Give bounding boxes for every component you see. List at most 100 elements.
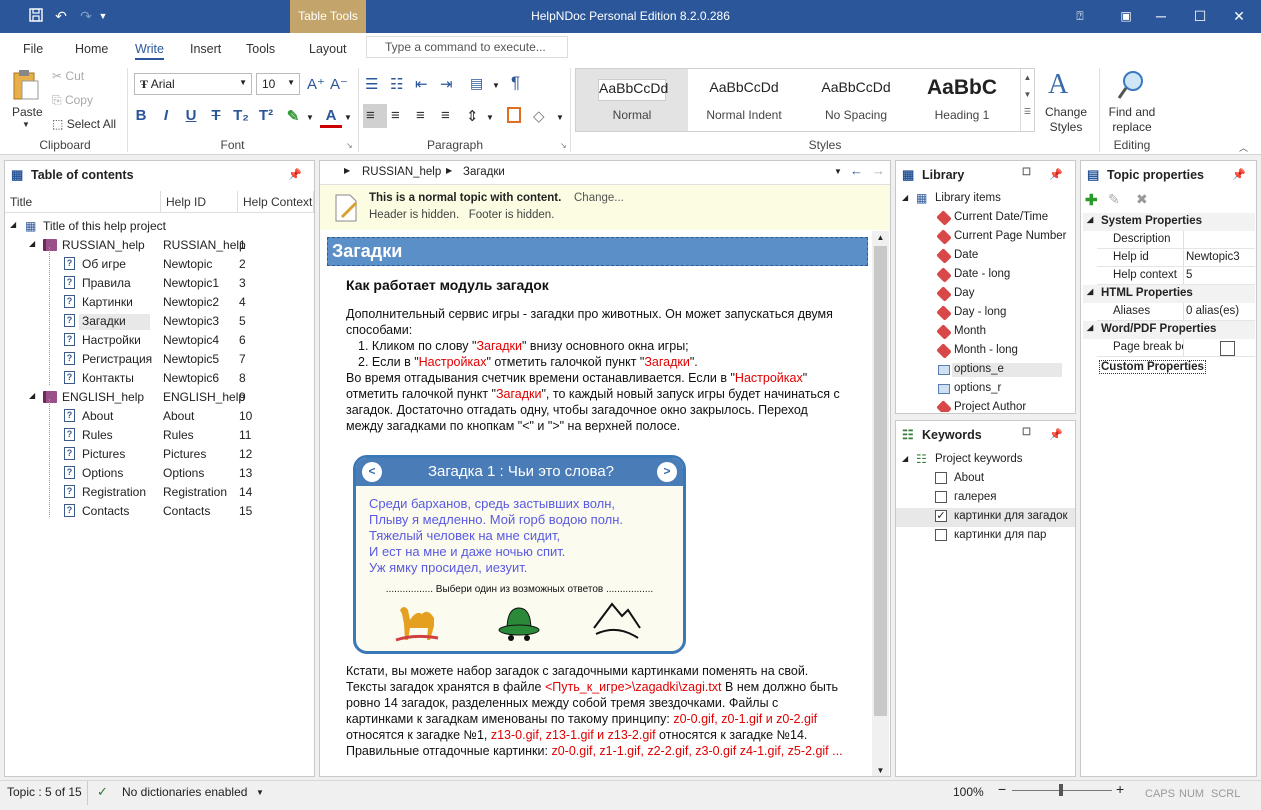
pin-icon[interactable]: 📌 [288, 168, 302, 181]
keyword-checkbox[interactable] [935, 472, 947, 484]
collapse-icon[interactable]: ◢ [29, 239, 35, 248]
align-center-icon[interactable]: ≡ [391, 107, 400, 124]
library-item[interactable]: options_e [896, 361, 1071, 380]
library-item[interactable]: Project Author [896, 399, 1071, 412]
pin-icon[interactable]: 📌 [1049, 428, 1063, 441]
toc-row[interactable]: ? Pictures Pictures 12 [5, 445, 314, 464]
collapse-icon[interactable]: ◢ [10, 220, 16, 229]
breadcrumb-topic[interactable]: Загадки [463, 166, 505, 178]
paragraph-3[interactable]: Кстати, вы можете набор загадок с загадо… [346, 663, 846, 759]
float-icon[interactable]: ☐ [1022, 167, 1031, 178]
menu-home[interactable]: Home [75, 42, 108, 56]
shading-icon[interactable]: ◇ [533, 107, 545, 125]
style-no-spacing[interactable]: AaBbCcDd No Spacing [800, 69, 912, 131]
word-pdf-properties-section[interactable]: ◢ Word/PDF Properties [1083, 321, 1255, 339]
font-family-combo[interactable]: Ŧ Arial ▼ [134, 73, 252, 95]
toc-col-context[interactable]: Help Context [238, 191, 314, 213]
style-heading-1[interactable]: AaBbC Heading 1 [912, 69, 1012, 131]
paste-icon[interactable] [12, 69, 40, 101]
strikethrough-icon[interactable]: T [205, 107, 227, 124]
delete-property-icon[interactable]: ✖ [1136, 191, 1148, 208]
help-icon[interactable]: ⍰ [1057, 0, 1103, 33]
numbered-list-icon[interactable]: ☷ [390, 75, 403, 93]
toc-row[interactable]: ? Об игре Newtopic 2 [5, 255, 314, 274]
toc-row[interactable]: ? Загадки Newtopic3 5 [5, 312, 314, 331]
dialog-launcher-icon[interactable]: ↘ [346, 141, 353, 150]
italic-icon[interactable]: I [155, 107, 177, 124]
toc-row[interactable]: ? Настройки Newtopic4 6 [5, 331, 314, 350]
keyword-item[interactable]: галерея [896, 489, 1075, 508]
chevron-down-icon[interactable]: ▼ [872, 766, 889, 775]
toc-row[interactable]: ? Картинки Newtopic2 4 [5, 293, 314, 312]
library-item[interactable]: Current Page Number [896, 228, 1071, 247]
search-icon[interactable] [1116, 69, 1146, 104]
zoom-in-icon[interactable]: + [1116, 781, 1124, 797]
underline-icon[interactable]: U [180, 107, 202, 124]
change-styles-icon[interactable]: A [1048, 69, 1068, 101]
toc-row[interactable]: ? Регистрация Newtopic5 7 [5, 350, 314, 369]
more-icon[interactable]: ☰ [1021, 107, 1034, 116]
style-normal-indent[interactable]: AaBbCcDd Normal Indent [688, 69, 800, 131]
topic-heading[interactable]: Загадки [327, 237, 868, 266]
chevron-up-icon[interactable]: ▲ [872, 233, 889, 242]
chevron-down-icon[interactable]: ▼ [1021, 90, 1034, 99]
library-item[interactable]: Month [896, 323, 1071, 342]
bullet-list-icon[interactable]: ☰ [365, 75, 378, 93]
pilcrow-icon[interactable]: ¶ [511, 73, 520, 93]
keyword-item[interactable]: About [896, 470, 1075, 489]
library-item[interactable]: options_r [896, 380, 1071, 399]
keyword-item[interactable]: ✓ картинки для загадок [896, 508, 1075, 527]
toc-row[interactable]: ◢ RUSSIAN_help RUSSIAN_help 1 [5, 236, 314, 255]
menu-write[interactable]: Write [135, 42, 164, 60]
chevron-down-icon[interactable]: ▼ [556, 113, 564, 122]
library-item[interactable]: Current Date/Time [896, 209, 1071, 228]
select-all-button[interactable]: ⬚ Select All [52, 117, 116, 131]
collapse-ribbon-icon[interactable]: ︿ [1239, 141, 1248, 154]
keyword-checkbox[interactable]: ✓ [935, 510, 947, 522]
spellcheck-icon[interactable]: ✓ [97, 784, 108, 800]
menu-layout[interactable]: Layout [309, 42, 347, 56]
collapse-icon[interactable]: ◢ [902, 454, 908, 463]
dialog-launcher-icon[interactable]: ↘ [560, 141, 567, 150]
change-topic-link[interactable]: Change... [574, 192, 624, 204]
back-arrow-icon[interactable]: ← [850, 163, 863, 178]
keywords-root[interactable]: ◢ ☷ Project keywords [896, 451, 1075, 470]
toc-row[interactable]: ◢ ENGLISH_help ENGLISH_help 9 [5, 388, 314, 407]
add-property-icon[interactable]: ✚ [1085, 191, 1098, 209]
collapse-icon[interactable]: ◢ [902, 193, 908, 202]
align-right-icon[interactable]: ≡ [416, 107, 425, 124]
library-item[interactable]: Month - long [896, 342, 1071, 361]
chevron-down-icon[interactable]: ▼ [256, 788, 264, 797]
collapse-icon[interactable]: ◢ [29, 391, 35, 400]
decrease-indent-icon[interactable]: ⇤ [415, 75, 428, 93]
chevron-up-icon[interactable]: ▲ [1021, 73, 1034, 82]
editor-body[interactable]: Дополнительный сервис игры - загадки про… [346, 306, 846, 434]
keyword-checkbox[interactable] [935, 529, 947, 541]
toc-root[interactable]: ◢ ▦ Title of this help project [5, 217, 314, 236]
paste-button[interactable]: Paste [12, 105, 43, 119]
edit-property-icon[interactable]: ✎ [1108, 191, 1120, 208]
style-normal[interactable]: AaBbCcDd Normal [576, 69, 688, 131]
find-replace-button[interactable]: Find and replace [1105, 105, 1159, 135]
toc-row[interactable]: ? Contacts Contacts 15 [5, 502, 314, 521]
section-heading[interactable]: Как работает модуль загадок [346, 276, 846, 294]
toc-col-title[interactable]: Title [5, 191, 161, 213]
line-spacing-icon[interactable]: ⇕ [466, 107, 479, 125]
chevron-down-icon[interactable]: ▼ [486, 113, 494, 122]
cut-button[interactable]: ✂ Cut [52, 69, 84, 83]
library-item[interactable]: Date - long [896, 266, 1071, 285]
style-list-icon[interactable]: ▤ [470, 75, 483, 92]
subscript-icon[interactable]: T₂ [230, 107, 252, 124]
close-button[interactable]: ✕ [1216, 0, 1261, 33]
prop-aliases[interactable]: Aliases 0 alias(es) [1097, 303, 1255, 321]
scroll-thumb[interactable] [874, 246, 887, 716]
zoom-level[interactable]: 100% [953, 785, 984, 799]
font-size-combo[interactable]: 10 ▼ [256, 73, 300, 95]
toc-row[interactable]: ? About About 10 [5, 407, 314, 426]
zoom-slider-thumb[interactable] [1059, 784, 1063, 796]
forward-arrow-icon[interactable]: → [872, 163, 885, 178]
library-item[interactable]: Date [896, 247, 1071, 266]
toc-row[interactable]: ? Правила Newtopic1 3 [5, 274, 314, 293]
menu-file[interactable]: File [23, 42, 43, 56]
library-item[interactable]: Day [896, 285, 1071, 304]
